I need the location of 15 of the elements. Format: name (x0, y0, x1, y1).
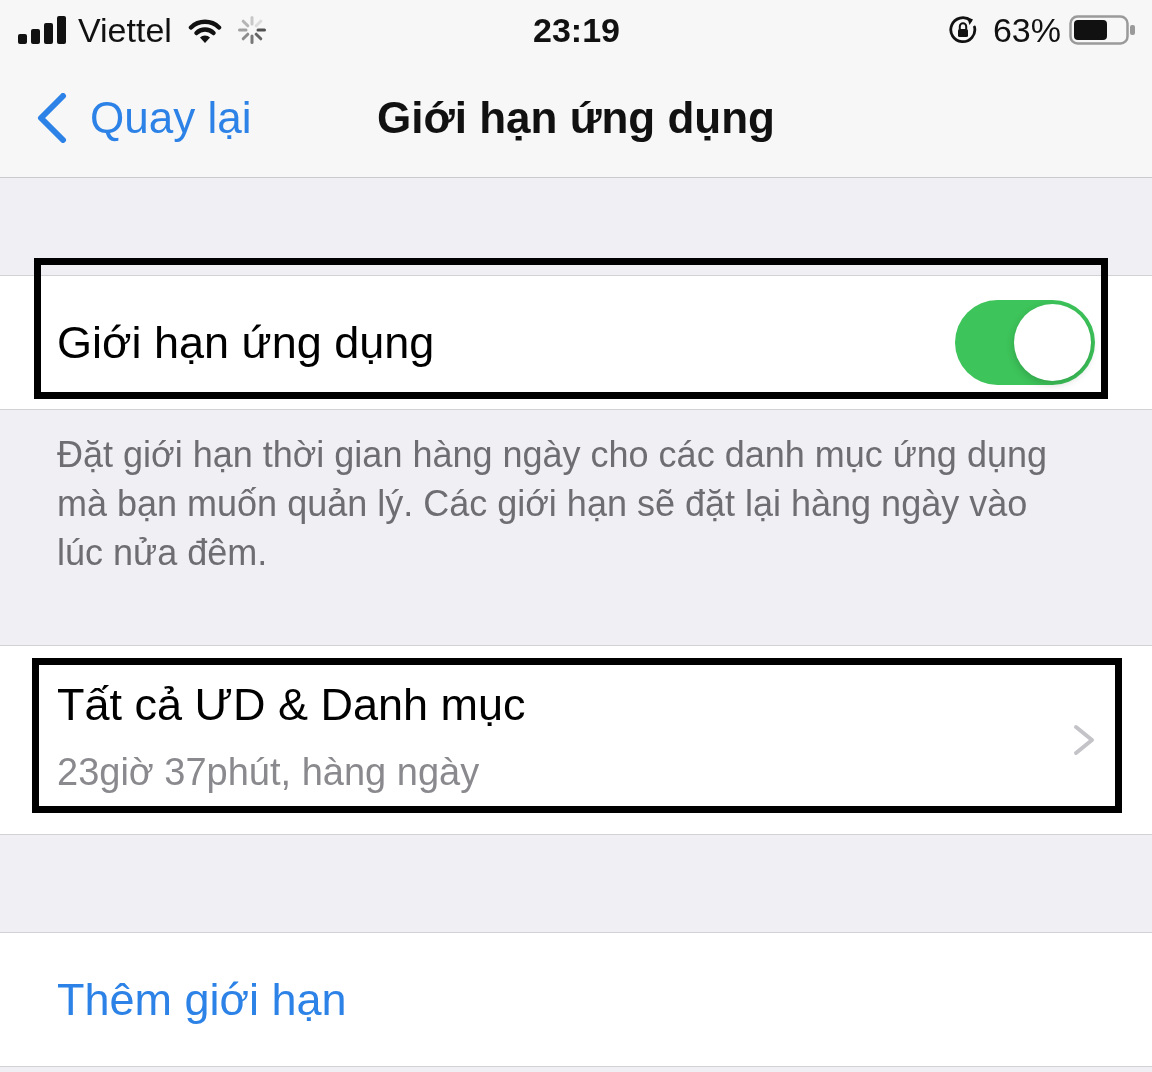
signal-icon (18, 16, 66, 44)
rotation-lock-icon (947, 15, 978, 45)
chevron-right-icon (1073, 724, 1095, 756)
chevron-left-icon (36, 93, 68, 144)
footer-text: Đặt giới hạn thời gian hàng ngày cho các danh mục ứng dụng mà bạn muốn quản lý. Các giới hạn sẽ đặt lại hàng ngày vào lúc nửa đêm. (56, 433, 1048, 575)
back-button[interactable]: Quay lại (36, 92, 252, 145)
action-button[interactable]: Thêm giới hạn (0, 933, 1152, 1066)
page-title: Giới hạn ứng dụng (377, 92, 775, 145)
loading-spinner-icon (237, 16, 266, 44)
setting-label: Giới hạn ứng dụng (57, 315, 435, 370)
battery-percentage: 63% (992, 13, 1061, 47)
clock-time: 23:19 (533, 13, 620, 47)
battery-icon (1069, 15, 1135, 45)
carrier-name: Viettel (78, 13, 172, 47)
list-item[interactable]: Tất cả ƯD & Danh mục 23giờ 37phút, hàng ngày (0, 646, 1152, 834)
